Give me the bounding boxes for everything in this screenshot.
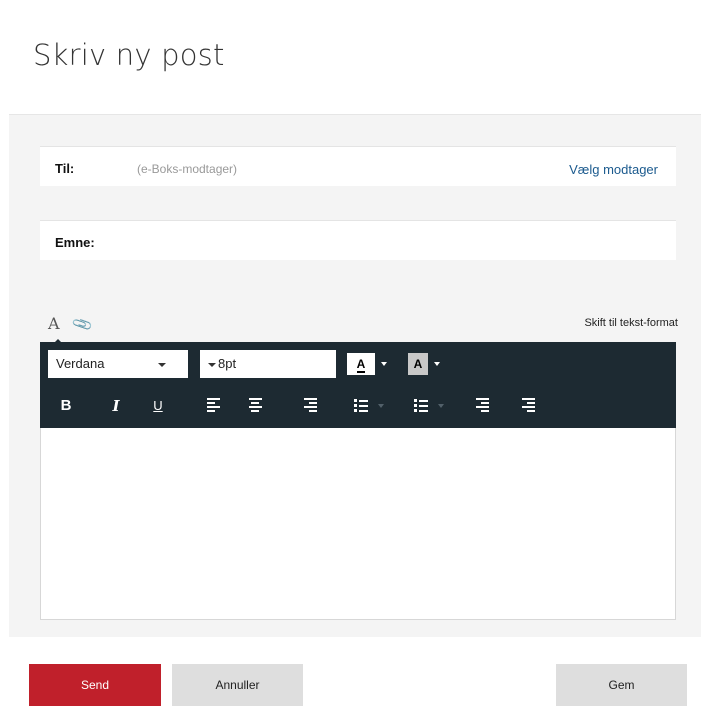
underline-button[interactable]: U bbox=[145, 394, 171, 418]
recipient-label: Til: bbox=[55, 161, 75, 176]
align-center-button[interactable] bbox=[242, 394, 268, 418]
chevron-down-icon bbox=[158, 363, 166, 367]
format-buttons-row: B I U bbox=[40, 394, 676, 418]
font-size-value: 8pt bbox=[218, 356, 237, 371]
indent-icon bbox=[521, 398, 535, 414]
recipient-field[interactable]: Til: (e-Boks-modtager) Vælg modtager bbox=[40, 146, 676, 186]
bullet-list-icon bbox=[354, 399, 368, 414]
cancel-button[interactable]: Annuller bbox=[172, 664, 303, 706]
italic-button[interactable]: I bbox=[103, 394, 129, 418]
paperclip-icon[interactable]: 📎 bbox=[70, 313, 94, 336]
page-title: Skriv ny post bbox=[33, 38, 225, 72]
bullet-list-button[interactable] bbox=[348, 394, 384, 418]
switch-to-text-format-link[interactable]: Skift til tekst-format bbox=[584, 317, 678, 329]
align-right-icon bbox=[303, 398, 317, 414]
background-color-icon: A bbox=[408, 353, 428, 375]
subject-field[interactable]: Emne: bbox=[40, 220, 676, 260]
message-body-editor[interactable] bbox=[40, 428, 676, 620]
align-left-button[interactable] bbox=[200, 394, 226, 418]
text-color-icon: A bbox=[347, 353, 375, 375]
font-size-select[interactable]: 8pt bbox=[200, 350, 336, 378]
send-button[interactable]: Send bbox=[29, 664, 161, 706]
save-button[interactable]: Gem bbox=[556, 664, 687, 706]
editor-toolbar: Verdana 8pt A A B I U bbox=[40, 342, 676, 428]
font-format-icon[interactable]: A bbox=[48, 314, 64, 345]
chevron-down-icon bbox=[381, 362, 387, 366]
chevron-down-icon bbox=[208, 362, 216, 367]
align-center-icon bbox=[248, 398, 262, 414]
editor-mode-icons: A 📎 bbox=[48, 313, 94, 345]
text-color-button[interactable]: A bbox=[347, 352, 387, 376]
recipient-placeholder[interactable]: (e-Boks-modtager) bbox=[137, 162, 237, 176]
numbered-list-button[interactable] bbox=[408, 394, 444, 418]
background-color-button[interactable]: A bbox=[406, 352, 440, 376]
chevron-down-icon bbox=[434, 362, 440, 366]
font-family-value: Verdana bbox=[56, 356, 105, 371]
subject-label: Emne: bbox=[55, 235, 95, 250]
numbered-list-icon bbox=[414, 399, 428, 414]
outdent-icon bbox=[475, 398, 489, 414]
indent-button[interactable] bbox=[515, 394, 541, 418]
align-left-icon bbox=[206, 398, 220, 414]
align-right-button[interactable] bbox=[297, 394, 323, 418]
outdent-button[interactable] bbox=[469, 394, 495, 418]
font-family-select[interactable]: Verdana bbox=[48, 350, 188, 378]
choose-recipient-link[interactable]: Vælg modtager bbox=[569, 162, 658, 177]
bold-button[interactable]: B bbox=[53, 394, 79, 418]
